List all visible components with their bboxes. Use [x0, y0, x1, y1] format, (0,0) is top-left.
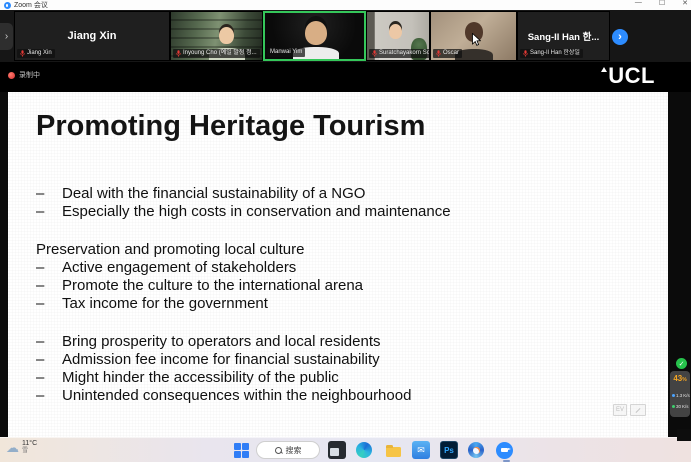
filmstrip-collapse-button[interactable]: › [0, 23, 13, 50]
zoom-app-icon [4, 2, 11, 9]
bullet-line: – Promote the culture to the internation… [36, 277, 668, 295]
zoom-meeting-window: { "window": { "title": "Zoom 会议", "minim… [0, 0, 691, 461]
search-placeholder: 搜索 [286, 445, 302, 456]
window-title: Zoom 会议 [14, 0, 48, 10]
participant-filmstrip: › Jiang Xin Jiang Xin Inyoung Cho (예일 발청… [0, 10, 691, 62]
participant-face [305, 21, 327, 45]
slide-top-band: 录制中 UCL [0, 62, 691, 92]
browser-compass-icon[interactable] [468, 442, 484, 458]
search-icon [275, 447, 282, 454]
weather-widget[interactable]: ☁ 11°C 雪 [6, 440, 37, 455]
edge-browser-icon[interactable] [356, 442, 372, 458]
expand-icon[interactable] [630, 404, 646, 416]
muted-mic-icon [523, 50, 528, 57]
participant-face [219, 27, 234, 44]
slide-bullet-list: – Deal with the financial sustainability… [36, 185, 668, 405]
photoshop-icon[interactable]: Ps [440, 441, 458, 459]
bullet-line: – Unintended consequences within the nei… [36, 387, 668, 405]
folder-icon[interactable] [384, 441, 402, 459]
weather-temp: 11°C [22, 440, 37, 448]
bullet-line: – Tax income for the government [36, 295, 668, 313]
download-dot-icon [672, 394, 675, 397]
maximize-button[interactable]: ☐ [659, 0, 665, 7]
camera-icon [501, 448, 508, 453]
status-panel: 43% 1.3K/s 30K/s [670, 371, 690, 417]
start-button[interactable] [232, 441, 250, 459]
recording-label: 录制中 [19, 70, 40, 80]
participant-name-chip: Jiang Xin [17, 49, 55, 58]
mouse-cursor [472, 33, 481, 46]
bullet-line: – Deal with the financial sustainability… [36, 185, 668, 203]
bullet-line: – Might hinder the accessibility of the … [36, 369, 668, 387]
muted-mic-icon [20, 50, 25, 57]
upload-dot-icon [672, 405, 675, 408]
ev-badge[interactable]: EV [613, 404, 627, 416]
ucl-portico-icon [601, 67, 607, 72]
bullet-line: – Especially the high costs in conservat… [36, 203, 668, 221]
presenter-overlay: EV [613, 404, 646, 416]
participant-tile-manwai-yim[interactable]: Manwai Yim [263, 11, 366, 61]
bullet-line: – Active engagement of stakeholders [36, 259, 668, 277]
windows-logo-icon [234, 443, 249, 458]
cloud-icon: ☁ [6, 441, 19, 454]
minimize-button[interactable]: — [635, 0, 642, 7]
windows-taskbar: ☁ 11°C 雪 搜索 ✉ Ps ∧ ⋈ ≡ 18:27 2023/2/11 ☾ [0, 437, 691, 462]
section-line: Preservation and promoting local culture [36, 241, 668, 259]
usage-percent: 43% [670, 374, 690, 383]
participant-face [389, 24, 402, 39]
participant-name-chip: Suratchayakorn Somboon [369, 49, 430, 58]
participant-tile-inyoung-cho[interactable]: Inyoung Cho (예일 발청 정... [170, 11, 263, 61]
net-speed-row: 1.3K/s [672, 393, 690, 398]
net-speed-row: 30K/s [672, 404, 689, 409]
bullet-line: – Bring prosperity to operators and loca… [36, 333, 668, 351]
taskbar-search[interactable]: 搜索 [256, 441, 320, 459]
bullet-line: – Admission fee income for financial sus… [36, 351, 668, 369]
muted-mic-icon [436, 50, 441, 57]
close-button[interactable]: ✕ [682, 0, 688, 7]
presentation-slide: Promoting Heritage Tourism – Deal with t… [8, 92, 668, 437]
participant-name-chip: Sang-Il Han 한상일 [520, 49, 583, 58]
participant-name-chip: Inyoung Cho (예일 발청 정... [173, 49, 260, 58]
muted-mic-icon [372, 50, 377, 57]
shared-screen-area: 录制中 UCL Promoting Heritage Tourism – Dea… [0, 62, 691, 437]
window-titlebar: Zoom 会议 — ☐ ✕ [0, 0, 691, 10]
participant-name-chip: Oscar [433, 49, 462, 58]
participant-tile-jiang-xin[interactable]: Jiang Xin Jiang Xin [14, 11, 170, 61]
chevron-right-icon: › [5, 31, 8, 42]
ucl-logo: UCL [601, 63, 655, 89]
corner-overlay [677, 429, 691, 441]
next-participants-button[interactable]: › [612, 29, 628, 45]
participant-tile-suratchayakorn[interactable]: Suratchayakorn Somboon [366, 11, 430, 61]
participant-tile-sang-il-han[interactable]: Sang-Il Han 한... Sang-Il Han 한상일 [517, 11, 610, 61]
weather-condition: 雪 [22, 448, 37, 455]
muted-mic-icon [176, 50, 181, 57]
mail-icon[interactable]: ✉ [412, 441, 430, 459]
zoom-taskbar-icon[interactable] [496, 442, 513, 459]
file-explorer-dark-icon[interactable] [328, 441, 346, 459]
participant-name-chip: Manwai Yim [267, 48, 305, 57]
recording-dot-icon [8, 72, 15, 79]
scroll-indicator [666, 362, 668, 414]
slide-title: Promoting Heritage Tourism [36, 110, 668, 143]
check-badge-icon: ✓ [676, 358, 687, 369]
chevron-right-icon: › [618, 31, 622, 43]
recording-indicator: 录制中 [8, 70, 40, 80]
